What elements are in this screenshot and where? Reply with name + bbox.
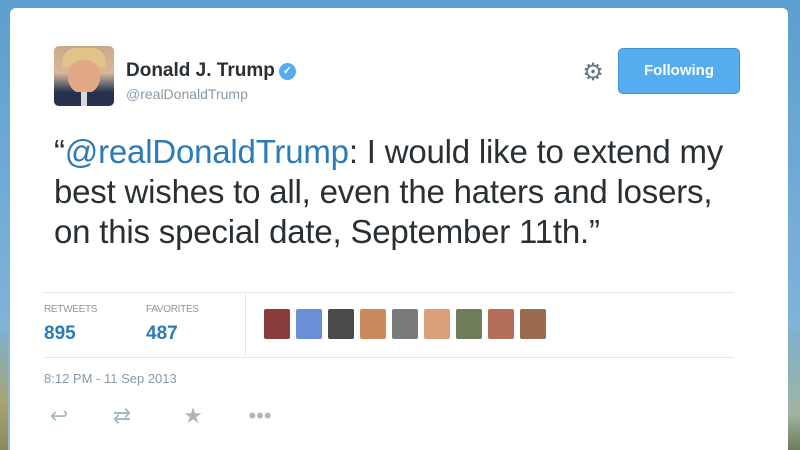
divider — [245, 294, 246, 356]
user-name-block: Donald J. Trump ✓ @realDonaldTrump — [126, 60, 296, 102]
favoriter-avatar[interactable] — [424, 309, 450, 339]
favoriters-list — [264, 309, 552, 341]
favoriter-avatar[interactable] — [360, 309, 386, 339]
favoriter-avatar[interactable] — [520, 309, 546, 339]
favorites-count: 487 — [146, 323, 178, 344]
user-handle[interactable]: @realDonaldTrump — [126, 86, 296, 102]
favoriter-avatar[interactable] — [488, 309, 514, 339]
verified-badge-icon: ✓ — [278, 62, 296, 80]
reply-icon[interactable]: ↩ — [46, 403, 72, 429]
user-avatar[interactable] — [54, 46, 114, 106]
gear-icon[interactable]: ⚙ — [580, 60, 606, 86]
favoriter-avatar[interactable] — [296, 309, 322, 339]
display-name[interactable]: Donald J. Trump — [126, 60, 275, 82]
divider — [44, 357, 734, 358]
retweets-label: RETWEETS — [44, 304, 98, 315]
retweet-icon[interactable]: ⇄ — [109, 403, 135, 429]
favorites-stat[interactable]: FAVORITES 487 — [146, 304, 199, 345]
star-icon[interactable]: ★ — [180, 403, 206, 429]
favoriter-avatar[interactable] — [456, 309, 482, 339]
mention-link[interactable]: @realDonaldTrump — [65, 133, 349, 170]
retweets-count: 895 — [44, 323, 76, 344]
divider — [44, 292, 734, 293]
more-icon[interactable]: ••• — [247, 403, 273, 429]
favoriter-avatar[interactable] — [328, 309, 354, 339]
background-left — [0, 330, 8, 450]
tweet-text: “@realDonaldTrump: I would like to exten… — [54, 133, 724, 250]
tweet-timestamp[interactable]: 8:12 PM - 11 Sep 2013 — [44, 371, 177, 386]
retweets-stat[interactable]: RETWEETS 895 — [44, 304, 97, 345]
following-button[interactable]: Following — [618, 48, 740, 94]
favoriter-avatar[interactable] — [264, 309, 290, 339]
favoriter-avatar[interactable] — [392, 309, 418, 339]
favorites-label: FAVORITES — [146, 304, 199, 315]
background-right — [788, 330, 800, 450]
